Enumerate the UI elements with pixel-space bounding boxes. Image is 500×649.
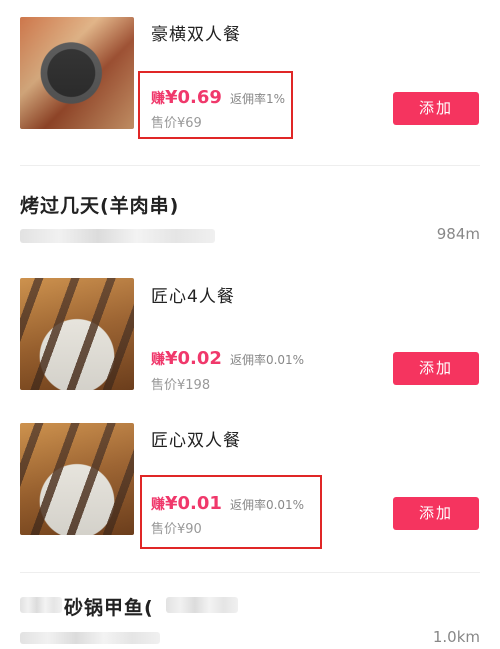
divider [20,165,480,166]
earn-row: 赚 ¥0.69 返佣率1% [151,87,285,108]
product-title: 匠心双人餐 [151,431,241,451]
add-button[interactable]: 添加 [393,92,479,125]
store-name[interactable]: 烤过几天(羊肉串) [20,191,179,218]
earn-row: 赚 ¥0.02 返佣率0.01% [151,348,304,369]
add-button[interactable]: 添加 [393,497,479,530]
product-image[interactable] [20,423,134,535]
sale-price: 售价¥198 [151,378,211,393]
blurred-address [20,229,215,243]
blurred-store-prefix [20,597,62,613]
product-card[interactable]: 匠心4人餐 赚 ¥0.02 返佣率0.01% 售价¥198 添加 [0,270,500,400]
sale-price: 售价¥90 [151,522,202,537]
product-title: 豪横双人餐 [151,25,241,45]
store-distance: 984m [436,225,480,243]
product-card[interactable]: 匠心双人餐 赚 ¥0.01 返佣率0.01% 售价¥90 添加 [0,414,500,564]
divider [20,572,480,573]
rebate-rate: 返佣率1% [229,92,285,106]
product-card[interactable]: 豪横双人餐 赚 ¥0.69 返佣率1% 售价¥69 添加 [0,0,500,160]
sale-price: 售价¥69 [151,116,202,131]
earn-value: ¥0.01 [165,493,222,514]
product-image[interactable] [20,17,134,129]
product-title: 匠心4人餐 [151,287,235,307]
earn-label: 赚 [151,497,165,513]
rebate-rate: 返佣率0.01% [229,498,305,512]
add-button[interactable]: 添加 [393,352,479,385]
store-name[interactable]: 砂锅甲鱼( [64,593,154,620]
rebate-rate: 返佣率0.01% [229,353,305,367]
earn-value: ¥0.02 [165,348,222,369]
store-distance: 1.0km [432,628,480,646]
product-image[interactable] [20,278,134,390]
earn-row: 赚 ¥0.01 返佣率0.01% [151,493,304,514]
earn-label: 赚 [151,91,165,107]
blurred-store-suffix [166,597,238,613]
earn-label: 赚 [151,352,165,368]
blurred-address [20,632,160,644]
earn-value: ¥0.69 [165,87,222,108]
